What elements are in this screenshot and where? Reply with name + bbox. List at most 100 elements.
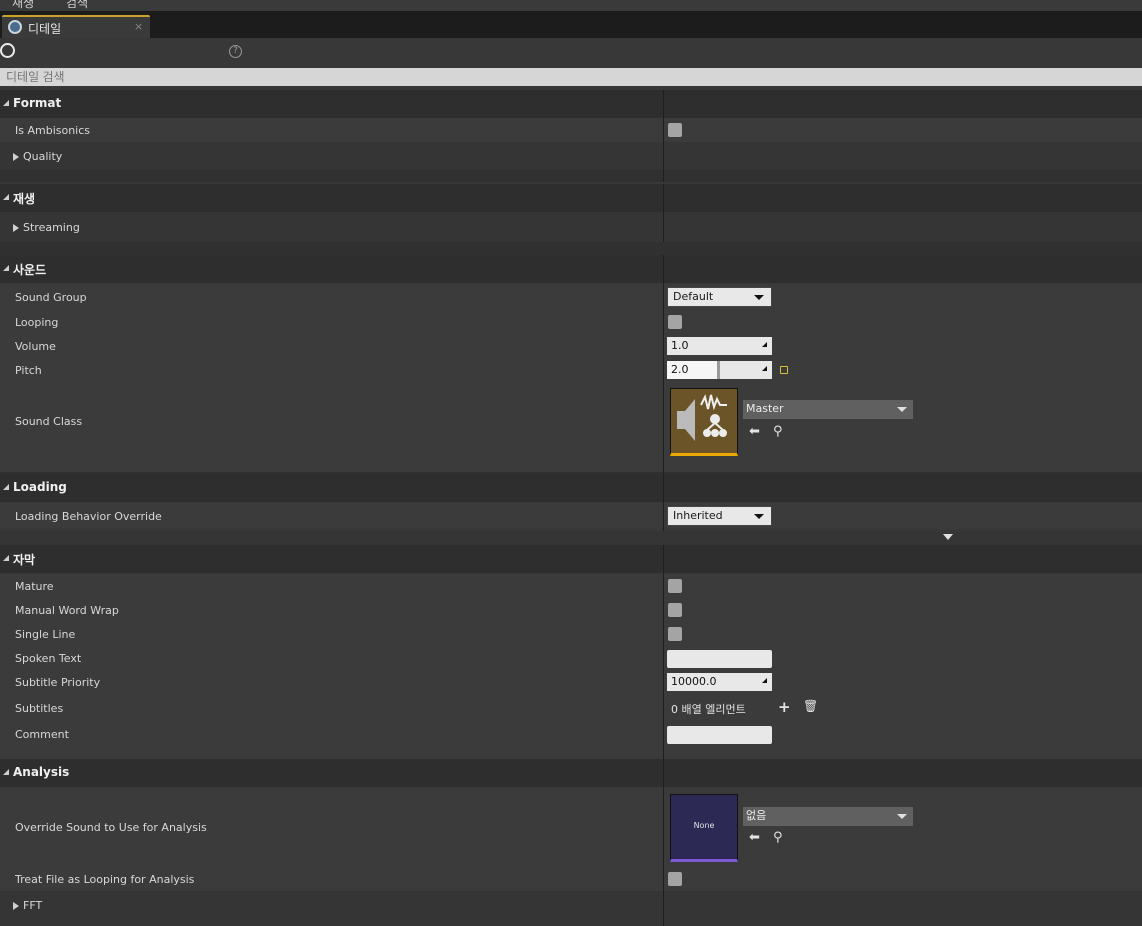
row-fft[interactable]: FFT (0, 891, 1142, 926)
sound-class-asset-picker[interactable]: Master (743, 400, 913, 419)
tab-close-icon[interactable]: × (134, 20, 143, 33)
sound-group-label: Sound Group (15, 291, 87, 304)
use-selected-arrow-icon[interactable]: ⬅ (749, 424, 760, 439)
expand-triangle-icon (13, 153, 19, 161)
row-quality[interactable]: Quality (0, 142, 1142, 170)
spoken-text-label: Spoken Text (15, 652, 82, 665)
collapse-arrow-icon (3, 484, 9, 490)
is-ambisonics-checkbox[interactable] (668, 123, 682, 137)
treat-looping-label: Treat File as Looping for Analysis (15, 873, 195, 886)
sound-class-value: Master (746, 402, 784, 415)
fft-label: FFT (13, 899, 42, 912)
help-icon[interactable]: ? (229, 45, 242, 58)
row-looping: Looping (0, 310, 1142, 334)
row-sound-group: Sound Group Default (0, 284, 1142, 310)
quality-text: Quality (23, 150, 63, 163)
details-magnifier-icon (8, 20, 22, 34)
row-streaming[interactable]: Streaming (0, 212, 1142, 242)
use-selected-arrow-icon[interactable]: ⬅ (749, 830, 760, 845)
override-sound-thumbnail[interactable]: None (670, 794, 738, 862)
details-search-input[interactable] (0, 68, 1142, 86)
quality-label: Quality (13, 150, 62, 163)
row-sound-class: Sound Class Master ⬅ ⚲ (0, 382, 1142, 472)
tab-details[interactable]: 디테일 × (2, 15, 150, 38)
sound-class-icon (677, 394, 727, 441)
sound-class-thumbnail[interactable] (670, 388, 738, 456)
looping-label: Looping (15, 316, 59, 329)
category-loading[interactable]: Loading (0, 474, 1142, 502)
override-sound-value: 없음 (746, 809, 767, 822)
pitch-slider[interactable]: 2.0 (667, 361, 772, 379)
collapse-arrow-icon (3, 100, 9, 106)
category-analysis[interactable]: Analysis (0, 759, 1142, 787)
category-sound[interactable]: 사운드 (0, 255, 1142, 283)
browse-search-icon[interactable]: ⚲ (773, 830, 783, 845)
column-divider[interactable] (663, 90, 664, 182)
sound-group-dropdown[interactable]: Default (667, 287, 772, 307)
comment-label: Comment (15, 728, 69, 741)
row-comment: Comment (0, 722, 1142, 759)
category-analysis-title: Analysis (13, 765, 70, 779)
single-line-checkbox[interactable] (668, 627, 682, 641)
row-treat-looping: Treat File as Looping for Analysis (0, 866, 1142, 891)
sound-group-value: Default (673, 290, 714, 303)
details-panel: Format Is Ambisonics Quality 재생 Streamin… (0, 90, 1142, 926)
advanced-expander[interactable] (0, 531, 1142, 545)
override-sound-asset-picker[interactable]: 없음 (743, 807, 913, 826)
category-loading-title: Loading (13, 480, 67, 494)
row-subtitles: Subtitles 0 배열 엘리먼트 + 🗑 (0, 694, 1142, 722)
subtitles-label: Subtitles (15, 702, 64, 715)
streaming-label: Streaming (13, 221, 80, 234)
pitch-value: 2.0 (671, 363, 689, 376)
trash-icon[interactable]: 🗑 (803, 699, 818, 713)
category-format-title: Format (13, 96, 62, 110)
manual-word-wrap-checkbox[interactable] (668, 603, 682, 617)
category-format[interactable]: Format (0, 90, 1142, 118)
volume-value: 1.0 (671, 339, 689, 352)
comment-field[interactable] (667, 726, 772, 744)
manual-word-wrap-label: Manual Word Wrap (15, 604, 119, 617)
row-single-line: Single Line (0, 622, 1142, 646)
spin-arrow-icon (762, 366, 767, 371)
row-mature: Mature (0, 574, 1142, 598)
row-spoken-text: Spoken Text (0, 646, 1142, 670)
volume-label: Volume (15, 340, 56, 353)
subtitle-priority-spinbox[interactable]: 10000.0 (667, 673, 772, 691)
treat-looping-checkbox[interactable] (668, 872, 682, 886)
loading-override-dropdown[interactable]: Inherited (667, 506, 772, 526)
add-element-icon[interactable]: + (778, 698, 791, 716)
override-sound-label: Override Sound to Use for Analysis (15, 821, 207, 834)
subtitles-array-count: 0 배열 엘리먼트 (671, 703, 746, 716)
volume-spinbox[interactable]: 1.0 (667, 337, 772, 355)
tab-strip: 디테일 × (0, 11, 1142, 38)
chevron-down-icon (897, 814, 907, 819)
mature-checkbox[interactable] (668, 579, 682, 593)
menu-item-play[interactable]: 재생 (12, 0, 34, 11)
spoken-text-field[interactable] (667, 650, 772, 668)
loading-override-label: Loading Behavior Override (15, 510, 162, 523)
single-line-label: Single Line (15, 628, 76, 641)
looping-checkbox[interactable] (668, 315, 682, 329)
category-playback-title: 재생 (13, 192, 36, 206)
menu-item-search[interactable]: 검색 (66, 0, 88, 11)
show-advanced-icon (943, 534, 953, 540)
row-loading-override: Loading Behavior Override Inherited (0, 503, 1142, 529)
category-playback[interactable]: 재생 (0, 184, 1142, 212)
reset-to-default-icon[interactable] (780, 366, 788, 374)
column-divider[interactable] (663, 545, 664, 926)
row-is-ambisonics: Is Ambisonics (0, 118, 1142, 142)
pitch-label: Pitch (15, 364, 42, 377)
collapse-arrow-icon (3, 194, 9, 200)
spin-arrow-icon (762, 678, 767, 683)
row-pitch: Pitch 2.0 (0, 358, 1142, 382)
category-subtitles-title: 자막 (13, 553, 36, 567)
subtitle-priority-label: Subtitle Priority (15, 676, 101, 689)
is-ambisonics-label: Is Ambisonics (15, 124, 91, 137)
lock-circle-icon[interactable] (0, 43, 15, 58)
category-subtitles[interactable]: 자막 (0, 545, 1142, 573)
column-divider[interactable] (663, 184, 664, 242)
collapse-arrow-icon (3, 555, 9, 561)
column-divider[interactable] (663, 255, 664, 531)
subtitle-priority-value: 10000.0 (671, 675, 717, 688)
browse-search-icon[interactable]: ⚲ (773, 424, 783, 439)
